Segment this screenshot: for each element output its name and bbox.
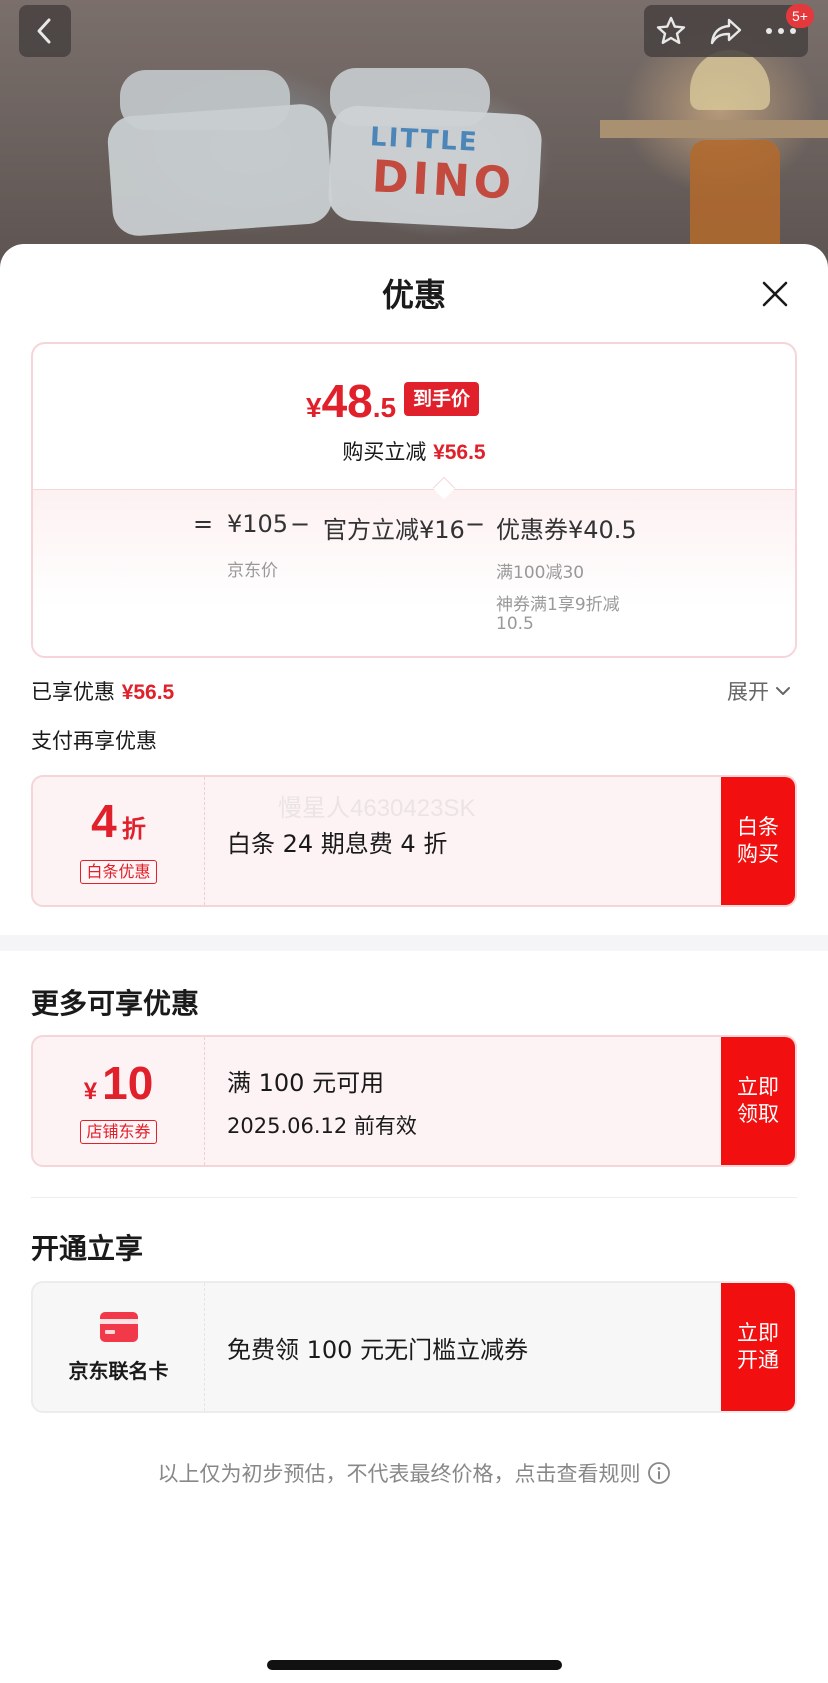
open-card-label: 立即 开通	[737, 1321, 779, 1372]
final-price: ¥48.5	[306, 374, 396, 428]
section-divider	[0, 935, 828, 951]
offer-tag: 白条优惠	[80, 860, 157, 884]
purchase-saving: 购买立减 ¥56.5	[33, 436, 795, 466]
watermark-text: 慢星人4630423SK	[278, 795, 476, 822]
baitiao-buy-button[interactable]: 白条 购买	[721, 777, 795, 905]
coupon-detail: 10.5	[496, 614, 534, 634]
close-icon	[762, 281, 788, 307]
chevron-down-icon	[776, 687, 790, 695]
coupon-threshold: 满 100 元可用	[227, 1068, 385, 1097]
coupon-detail: 神券满1享9折减	[496, 595, 620, 615]
expand-label: 展开	[727, 680, 769, 704]
offer-description-text: 白条 24 期息费 4 折	[227, 829, 448, 858]
pillow-print-text: DINO	[370, 151, 517, 210]
offer-discount-number: 4	[91, 795, 117, 847]
minus-sign: −	[465, 510, 486, 538]
discount-sheet: 优惠 ¥48.5 到手价 购买立减 ¥56.5 = ¥105 − 官方立减¥16…	[0, 244, 828, 1683]
coupon-discount: 优惠券¥40.5	[496, 516, 637, 544]
open-card-button[interactable]: 立即 开通	[721, 1283, 795, 1411]
top-action-group	[644, 5, 808, 57]
chevron-left-icon	[37, 18, 51, 44]
offer-discount-unit: 折	[121, 816, 146, 843]
more-offers-title: 更多可享优惠	[31, 987, 200, 1020]
enjoyed-discount: 已享优惠 ¥56.5	[31, 676, 174, 706]
enjoyed-discount-label: 已享优惠	[31, 680, 115, 704]
info-icon	[647, 1462, 670, 1484]
more-button[interactable]	[765, 26, 797, 36]
notification-badge: 5+	[786, 4, 814, 28]
pillow-shape	[106, 102, 334, 238]
star-icon	[656, 16, 686, 44]
card-name: 京东联名卡	[68, 1359, 169, 1383]
coupon-value-block: ¥ 10 店铺东券	[33, 1037, 205, 1165]
card-offer-description: 免费领 100 元无门槛立减券	[227, 1283, 528, 1411]
open-offers-title: 开通立享	[31, 1232, 144, 1265]
minus-sign: −	[290, 510, 311, 538]
offer-value-block: 4 折 白条优惠	[33, 777, 205, 905]
close-button[interactable]	[755, 274, 795, 314]
lamp-shape	[690, 50, 770, 110]
price-breakdown-card: ¥48.5 到手价 购买立减 ¥56.5 = ¥105 − 官方立减¥16 − …	[31, 342, 797, 658]
baitiao-buy-label: 白条 购买	[737, 815, 779, 866]
section-divider	[31, 1197, 797, 1198]
final-price-section: ¥48.5 到手价 购买立减 ¥56.5	[33, 344, 795, 489]
enjoyed-discount-value: ¥56.5	[121, 681, 175, 704]
shop-coupon: ¥ 10 店铺东券 满 100 元可用 2025.06.12 前有效 立即 领取	[31, 1035, 797, 1167]
coupon-currency: ¥	[83, 1078, 98, 1105]
more-dots-icon	[766, 28, 796, 34]
price-formula-section: = ¥105 − 官方立减¥16 − 优惠券¥40.5 京东价 满100减30 …	[33, 489, 795, 656]
back-button[interactable]	[19, 5, 71, 57]
final-price-integer: 48	[321, 375, 373, 427]
share-icon	[710, 18, 742, 45]
coupon-detail: 满100减30	[496, 563, 585, 583]
rules-footnote[interactable]: 以上仅为初步预估，不代表最终价格，点击查看规则	[0, 1458, 828, 1488]
jd-price: ¥105	[227, 510, 289, 538]
pay-more-title: 支付再享优惠	[31, 729, 157, 753]
official-discount: 官方立减¥16	[323, 516, 465, 544]
share-button[interactable]	[709, 16, 743, 46]
purchase-saving-label: 购买立减	[342, 440, 427, 464]
credit-card-icon	[99, 1312, 138, 1342]
claim-coupon-label: 立即 领取	[737, 1075, 779, 1126]
claim-coupon-button[interactable]: 立即 领取	[721, 1037, 795, 1165]
equals-sign: =	[193, 510, 214, 538]
currency-symbol: ¥	[306, 392, 322, 423]
jd-price-label: 京东价	[227, 561, 278, 581]
final-price-decimal: .5	[372, 392, 397, 423]
home-indicator[interactable]	[267, 1660, 562, 1670]
cobrand-card-offer: 京东联名卡 免费领 100 元无门槛立减券 立即 开通	[31, 1281, 797, 1413]
coupon-description: 满 100 元可用 2025.06.12 前有效	[227, 1037, 417, 1165]
desk-shape	[600, 120, 828, 138]
chair-shape	[690, 140, 780, 250]
sheet-title: 优惠	[381, 276, 446, 314]
final-price-tag: 到手价	[404, 382, 480, 416]
card-offer-text: 免费领 100 元无门槛立减券	[227, 1335, 529, 1364]
expand-button[interactable]: 展开	[727, 676, 791, 706]
coupon-tag: 店铺东券	[80, 1120, 157, 1144]
coupon-expiry: 2025.06.12 前有效	[227, 1113, 417, 1138]
coupon-amount: 10	[102, 1057, 154, 1109]
card-block: 京东联名卡	[33, 1283, 205, 1411]
footnote-text: 以上仅为初步预估，不代表最终价格，点击查看规则	[157, 1462, 641, 1486]
favorite-button[interactable]	[655, 15, 687, 47]
purchase-saving-value: ¥56.5	[433, 441, 486, 464]
